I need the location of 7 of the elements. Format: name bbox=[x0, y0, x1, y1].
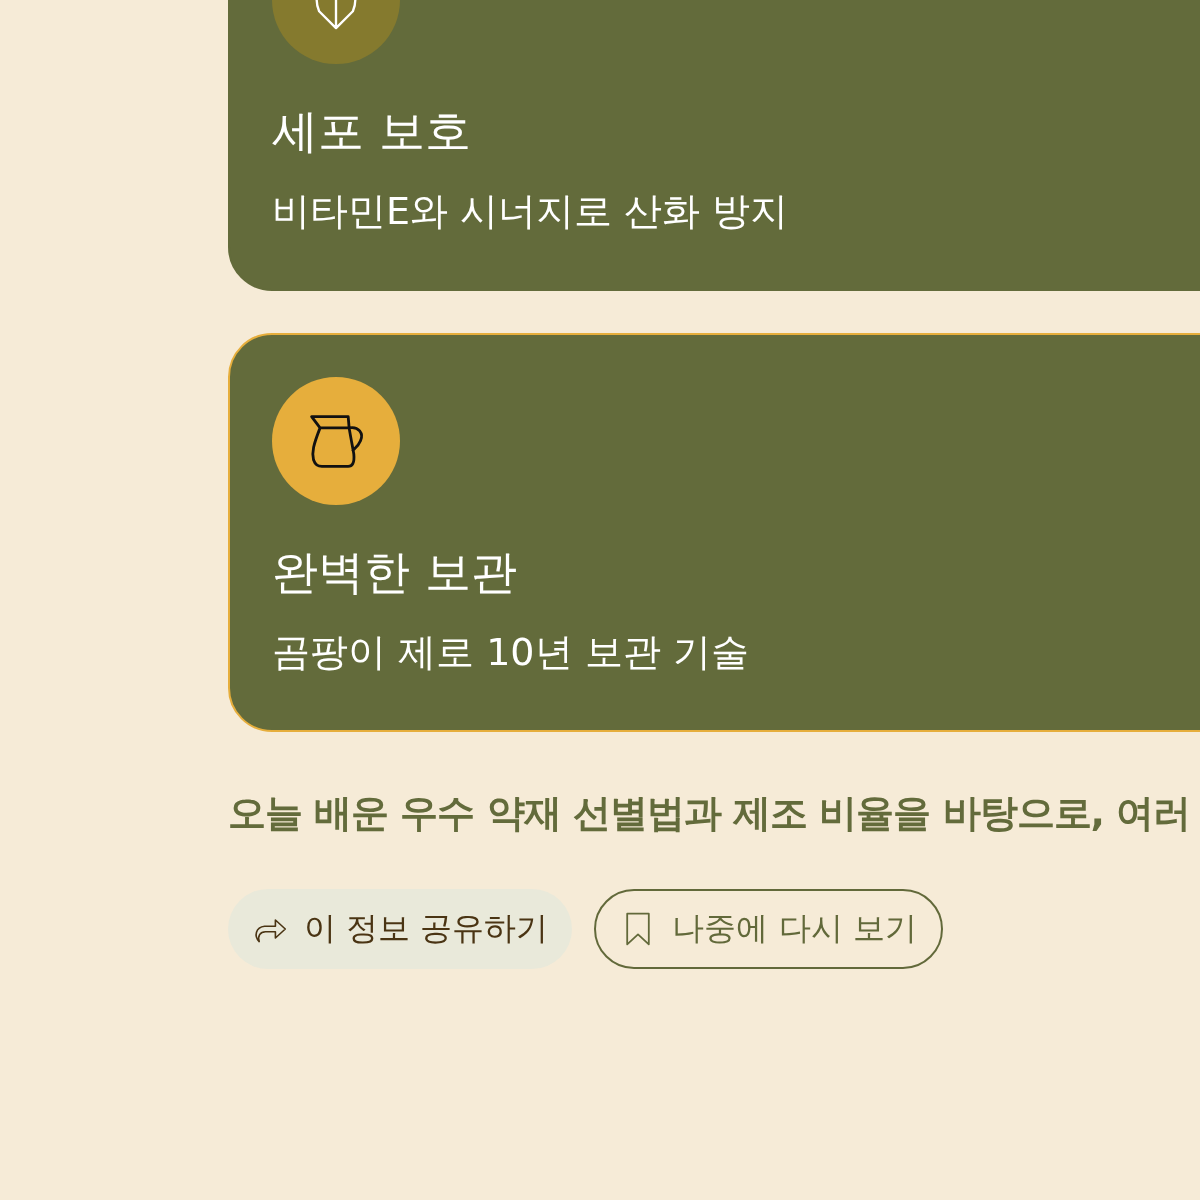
card-description: 곰팡이 제로 10년 보관 기술 bbox=[272, 629, 750, 676]
card-description: 비타민E와 시너지로 산화 방지 bbox=[272, 189, 790, 235]
share-button[interactable]: 이 정보 공유하기 bbox=[228, 888, 573, 969]
summary-text: 오늘 배운 우수 약재 선별법과 제조 비율을 바탕으로, 여러 bbox=[228, 789, 1192, 837]
bookmark-button[interactable]: 나중에 다시 보기 bbox=[594, 888, 943, 969]
card-title: 완벽한 보관 bbox=[272, 544, 518, 600]
card-title: 세포 보호 bbox=[272, 104, 472, 160]
